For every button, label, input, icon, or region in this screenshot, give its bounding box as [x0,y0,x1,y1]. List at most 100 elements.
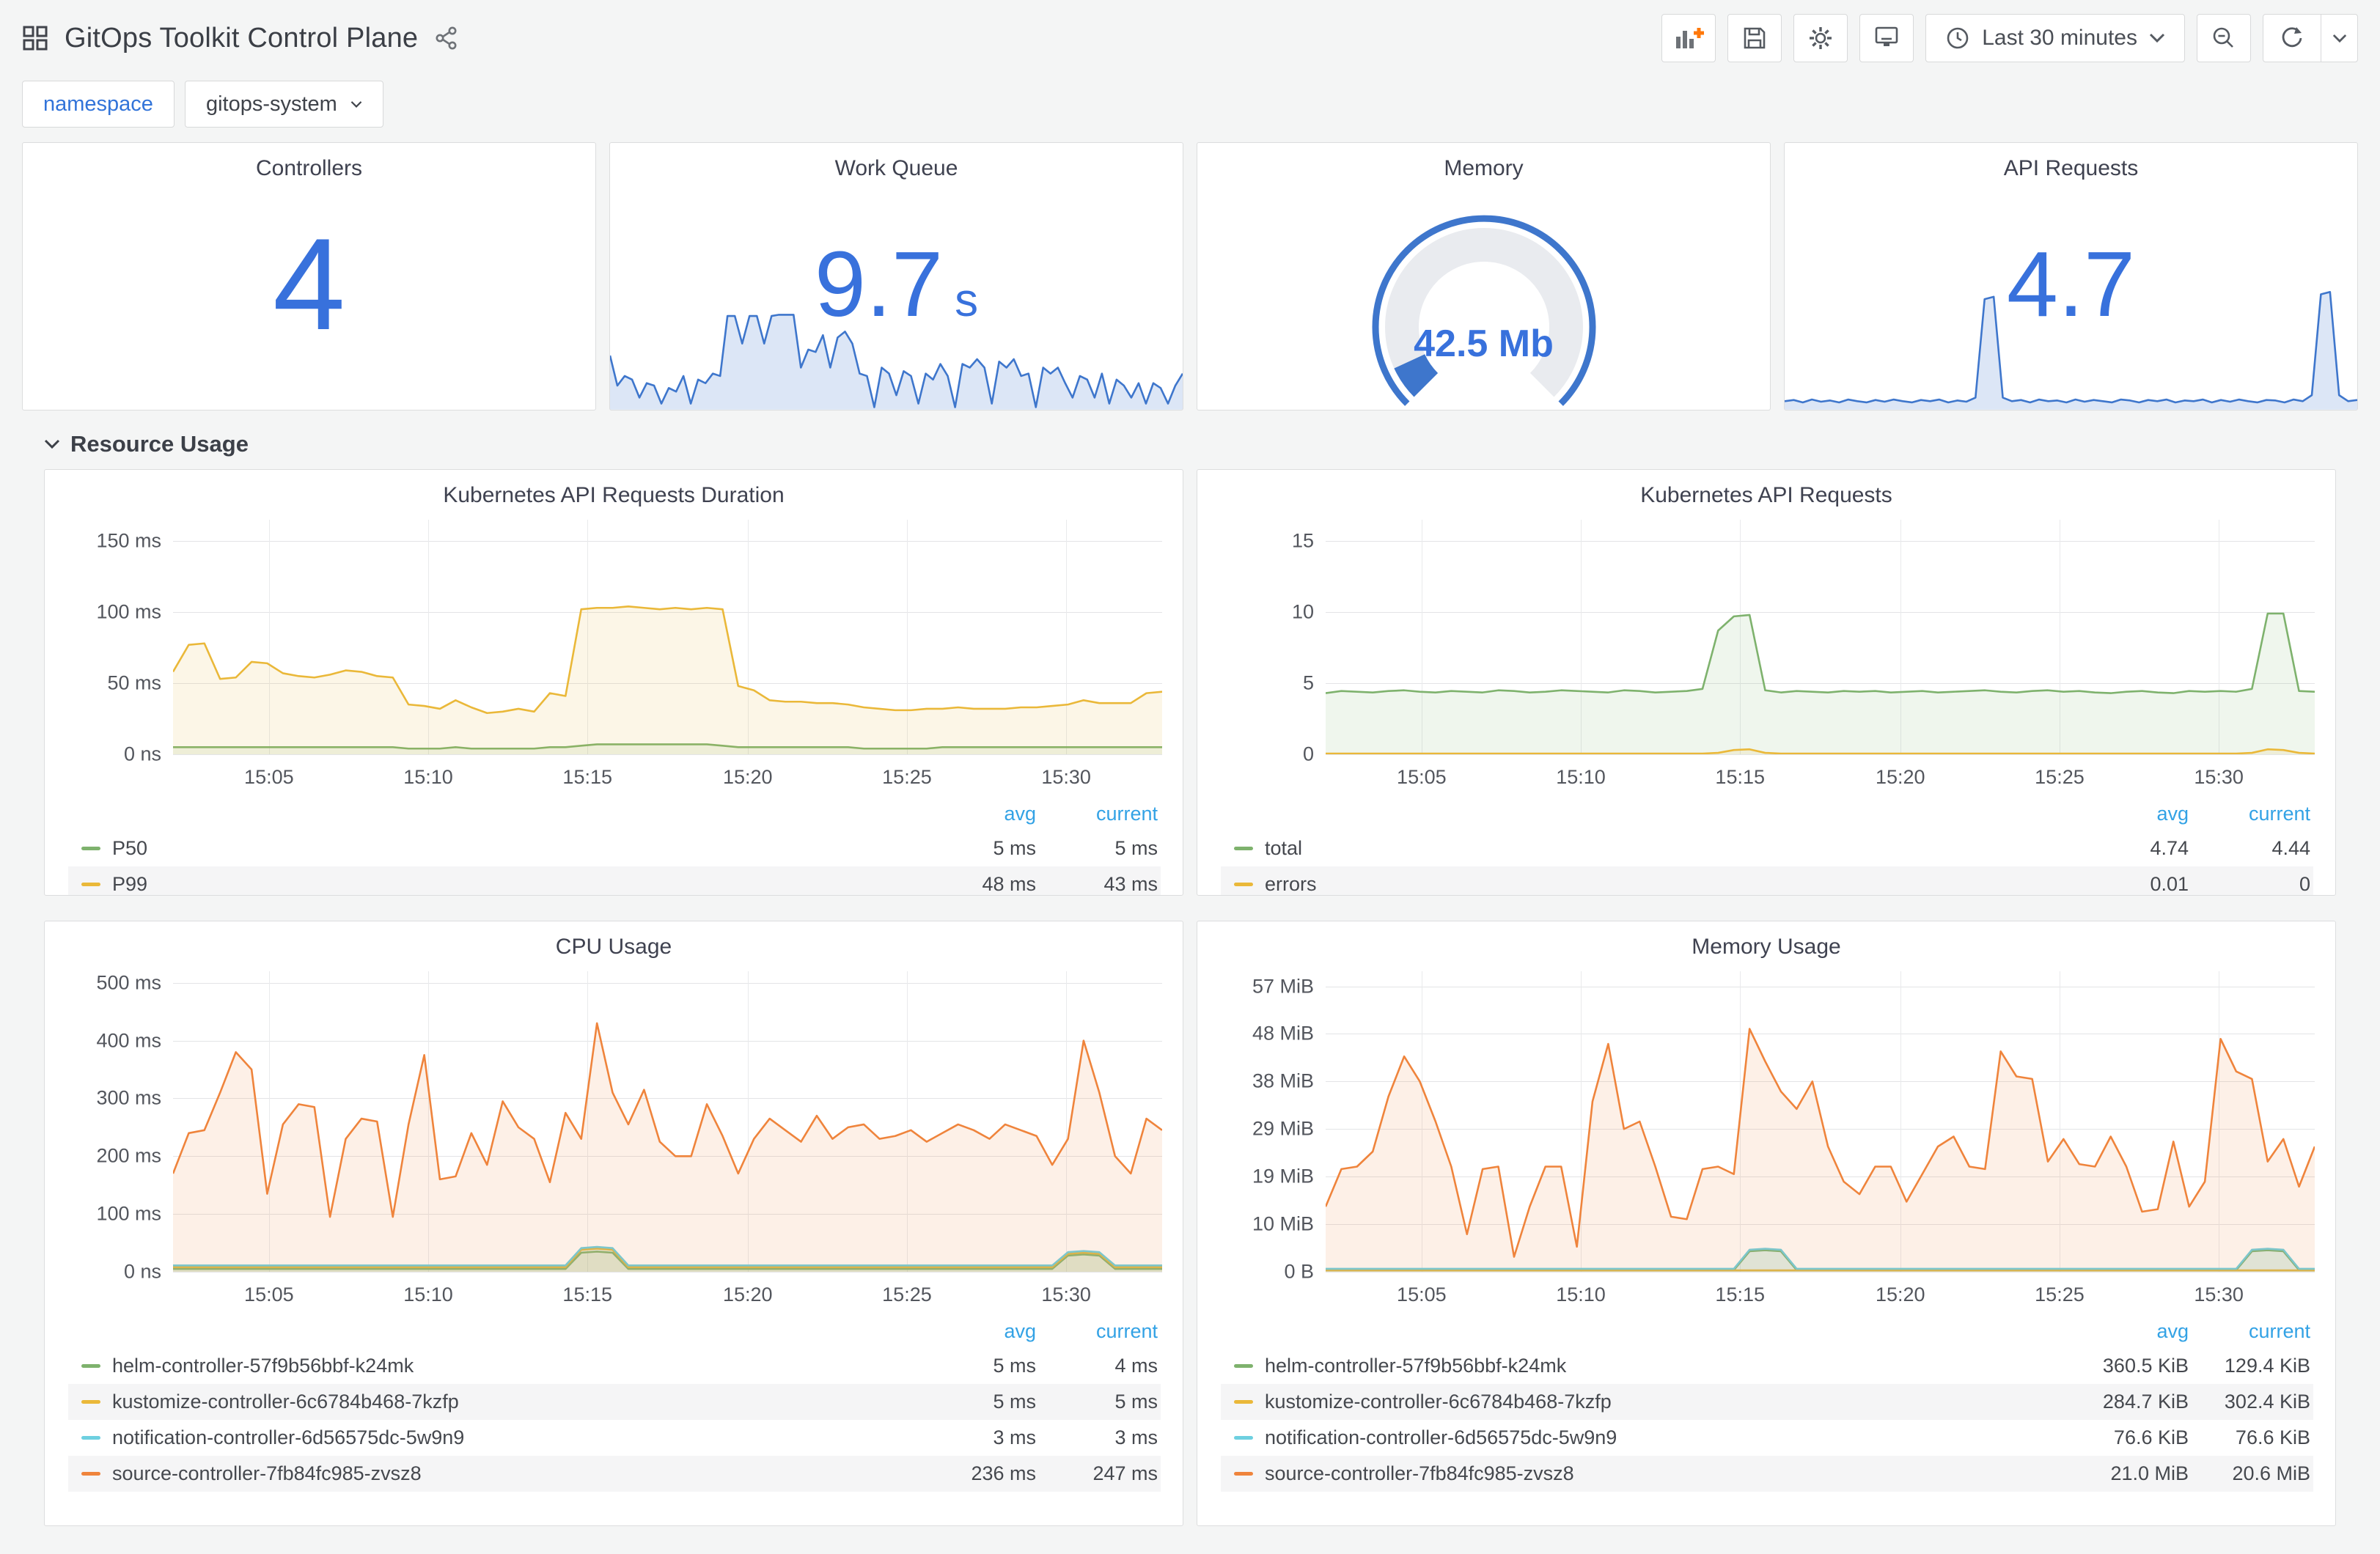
y-tick-label: 0 ns [123,743,161,765]
x-tick-label: 15:20 [722,766,773,788]
y-tick-label: 19 MiB [1252,1165,1314,1187]
y-tick-label: 150 ms [96,529,161,552]
settings-button[interactable] [1793,14,1848,62]
y-tick-label: 0 B [1284,1260,1314,1283]
page-title: GitOps Toolkit Control Plane [65,22,419,54]
y-tick-label: 100 ms [96,600,161,623]
panel-work-queue: Work Queue 9.7 s [609,142,1183,410]
panel-title[interactable]: Controllers [23,143,595,185]
legend-series-dash [1234,1472,1253,1476]
panel-title[interactable]: API Requests [1785,143,2357,185]
legend-series-name[interactable]: notification-controller-6d56575dc-5w9n9 [1265,1426,2071,1449]
panel-title[interactable]: Work Queue [610,143,1183,185]
y-tick-label: 200 ms [96,1144,161,1167]
legend-series-name[interactable]: kustomize-controller-6c6784b468-7kzfp [112,1391,919,1413]
legend-row[interactable]: P50 5 ms 5 ms [68,831,1161,866]
legend-row[interactable]: kustomize-controller-6c6784b468-7kzfp 284… [1221,1384,2313,1420]
series-area [1326,1028,2315,1272]
x-tick-label: 15:30 [2194,766,2244,788]
legend-row[interactable]: source-controller-7fb84fc985-zvsz8 21.0 M… [1221,1456,2313,1492]
panel-title[interactable]: Memory [1197,143,1770,185]
legend-row[interactable]: notification-controller-6d56575dc-5w9n9 3… [68,1420,1161,1456]
legend-current-value: 5 ms [1114,837,1158,859]
save-dashboard-button[interactable] [1727,14,1782,62]
variable-label-namespace: namespace [22,81,175,128]
stat-row: Controllers 4 Work Queue 9.7 s Memory 42.… [22,142,2358,410]
plot-area[interactable] [1326,971,2315,1273]
legend-col-avg[interactable]: avg [2071,1320,2189,1343]
x-tick-label: 15:10 [403,1284,453,1306]
legend-series-name[interactable]: total [1265,837,2071,860]
refresh-interval-dropdown[interactable] [2321,15,2357,62]
legend-row[interactable]: source-controller-7fb84fc985-zvsz8 236 ms… [68,1456,1161,1492]
legend-row[interactable]: total 4.74 4.44 [1221,831,2313,866]
plot-area[interactable] [1326,520,2315,755]
legend-series-name[interactable]: helm-controller-57f9b56bbf-k24mk [1265,1355,2071,1377]
x-tick-label: 15:20 [722,1284,773,1306]
legend-row[interactable]: helm-controller-57f9b56bbf-k24mk 360.5 Ki… [1221,1348,2313,1384]
y-tick-label: 10 [1291,600,1314,623]
legend-col-avg[interactable]: avg [919,803,1036,825]
panel-title[interactable]: CPU Usage [45,921,1183,964]
panel-title[interactable]: Kubernetes API Requests Duration [45,470,1183,512]
section-title: Resource Usage [70,431,249,457]
panel-title[interactable]: Kubernetes API Requests [1197,470,2335,512]
legend-series-dash [81,1436,100,1440]
legend-col-current[interactable]: current [2189,1320,2313,1343]
cycle-view-button[interactable] [1859,14,1914,62]
legend-current-value: 302.4 KiB [2224,1391,2310,1413]
legend-series-name[interactable]: source-controller-7fb84fc985-zvsz8 [1265,1462,2071,1485]
x-tick-label: 15:30 [1041,766,1091,788]
time-range-picker[interactable]: Last 30 minutes [1925,14,2185,62]
legend-series-dash [81,883,100,886]
legend-col-current[interactable]: current [1036,1320,1161,1343]
legend-current-value: 4.44 [2271,837,2310,859]
legend-series-name[interactable]: notification-controller-6d56575dc-5w9n9 [112,1426,919,1449]
series-area [173,606,1162,754]
legend-series-name[interactable]: errors [1265,873,2071,895]
legend-col-avg[interactable]: avg [919,1320,1036,1343]
apps-grid-icon[interactable] [22,25,48,51]
y-tick-label: 57 MiB [1252,975,1314,997]
legend-row[interactable]: helm-controller-57f9b56bbf-k24mk 5 ms 4 ms [68,1348,1161,1384]
legend-row[interactable]: kustomize-controller-6c6784b468-7kzfp 5 m… [68,1384,1161,1420]
memory-gauge [1197,191,1770,410]
legend-col-current[interactable]: current [1036,803,1161,825]
refresh-button[interactable] [2263,15,2321,62]
legend-series-name[interactable]: P99 [112,873,919,895]
chevron-down-icon [350,100,362,108]
legend-series-dash [1234,1400,1253,1404]
series-area [173,1023,1162,1272]
legend-avg-value: 48 ms [982,873,1036,895]
legend-avg-value: 5 ms [993,1355,1036,1377]
legend-row[interactable]: notification-controller-6d56575dc-5w9n9 7… [1221,1420,2313,1456]
legend-series-name[interactable]: kustomize-controller-6c6784b468-7kzfp [1265,1391,2071,1413]
y-tick-label: 38 MiB [1252,1069,1314,1092]
legend-series-name[interactable]: source-controller-7fb84fc985-zvsz8 [112,1462,919,1485]
panel-title[interactable]: Memory Usage [1197,921,2335,964]
y-tick-label: 15 [1291,529,1314,552]
legend-row[interactable]: errors 0.01 0 [1221,866,2313,895]
plot-area[interactable] [173,971,1162,1273]
legend-avg-value: 236 ms [971,1462,1036,1484]
legend-col-current[interactable]: current [2189,803,2313,825]
share-icon[interactable] [434,26,459,51]
legend-col-avg[interactable]: avg [2071,803,2189,825]
add-panel-button[interactable] [1661,14,1716,62]
plot-area[interactable] [173,520,1162,755]
legend-current-value: 0 [2299,873,2310,895]
chevron-down-icon [44,439,60,449]
zoom-out-button[interactable] [2197,14,2251,62]
x-tick-label: 15:15 [1715,766,1766,788]
legend-series-name[interactable]: P50 [112,837,919,860]
clock-icon [1947,27,1969,49]
x-tick-label: 15:20 [1875,766,1925,788]
section-resource-usage[interactable]: Resource Usage [22,410,2358,469]
legend-series-dash [81,1472,100,1476]
legend-row[interactable]: P99 48 ms 43 ms [68,866,1161,895]
x-tick-label: 15:10 [1556,1284,1606,1306]
variable-value-dropdown[interactable]: gitops-system [184,81,383,128]
legend-current-value: 129.4 KiB [2224,1355,2310,1377]
legend-series-name[interactable]: helm-controller-57f9b56bbf-k24mk [112,1355,919,1377]
legend-series-dash [1234,1436,1253,1440]
